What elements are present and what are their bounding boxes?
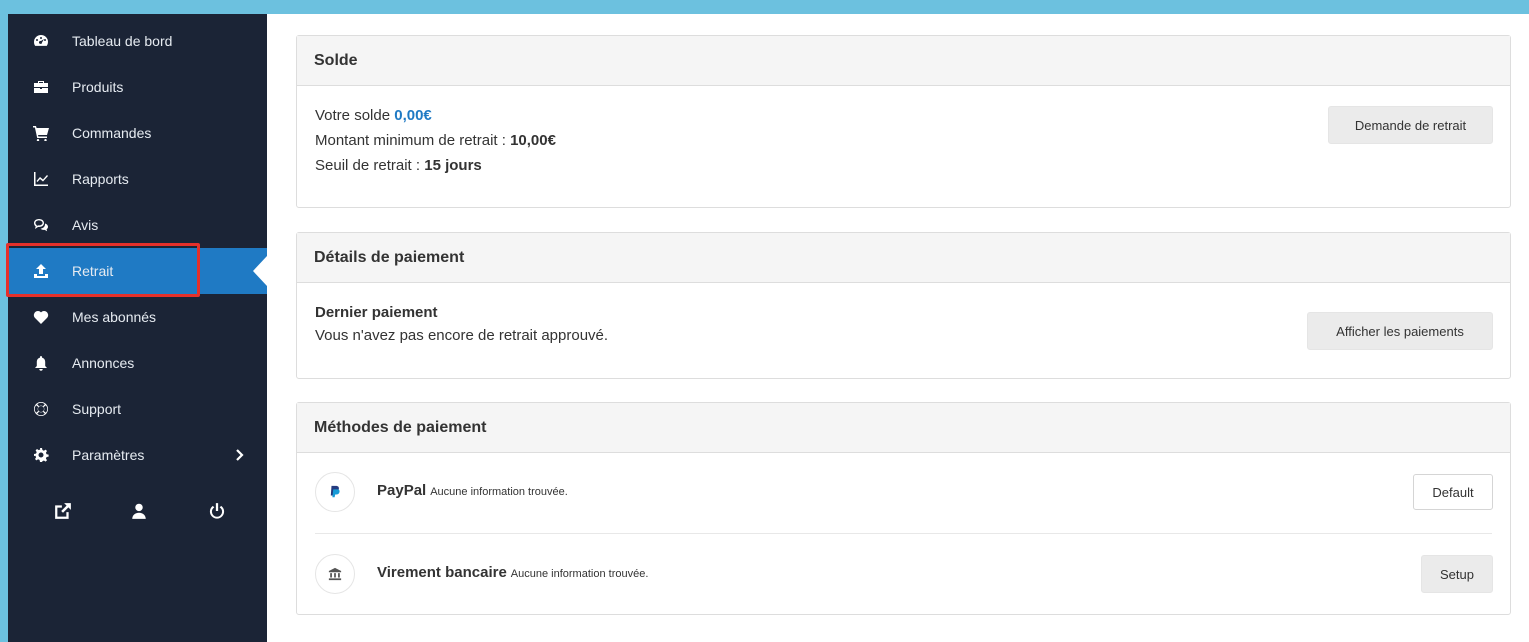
sidebar-item-label: Tableau de bord xyxy=(72,33,173,49)
sidebar-item-announcements[interactable]: Annonces xyxy=(8,340,267,386)
payment-methods-panel: Méthodes de paiement PayPal Aucune inform… xyxy=(296,402,1511,615)
sidebar-item-label: Annonces xyxy=(72,355,135,371)
sidebar-item-support[interactable]: Support xyxy=(8,386,267,432)
setup-button[interactable]: Setup xyxy=(1421,555,1493,593)
bank-icon xyxy=(315,554,355,594)
min-withdraw-label: Montant minimum de retrait : xyxy=(315,132,506,149)
briefcase-icon xyxy=(32,78,50,96)
payment-method-status: Aucune information trouvée. xyxy=(430,486,568,498)
sidebar-item-label: Rapports xyxy=(72,171,129,187)
sidebar-item-products[interactable]: Produits xyxy=(8,64,267,110)
active-indicator xyxy=(253,256,267,286)
panel-title: Solde xyxy=(297,36,1510,86)
payment-method-status: Aucune information trouvée. xyxy=(510,568,649,580)
panel-title: Méthodes de paiement xyxy=(297,403,1510,453)
chart-icon xyxy=(32,170,50,188)
min-withdraw-value: 10,00€ xyxy=(510,132,556,149)
payment-method-row-bank: Virement bancaire Aucune information trou… xyxy=(297,535,1510,613)
payment-method-name: PayPal Aucune information trouvée. xyxy=(377,482,568,499)
bank-transfer-label: Virement bancaire xyxy=(377,564,507,581)
threshold-value: 15 jours xyxy=(424,157,482,174)
sidebar-item-label: Avis xyxy=(72,217,99,233)
sidebar-item-label: Mes abonnés xyxy=(72,309,157,325)
balance-value: 0,00€ xyxy=(394,107,432,124)
paypal-icon xyxy=(315,472,355,512)
threshold-line: Seuil de retrait : 15 jours xyxy=(315,153,1510,178)
payment-method-name: Virement bancaire Aucune information trou… xyxy=(377,564,648,581)
sidebar-item-label: Produits xyxy=(72,79,124,95)
user-icon[interactable] xyxy=(130,502,150,522)
bell-icon xyxy=(32,354,50,372)
sidebar: Tableau de bord Produits Commandes Rappo… xyxy=(8,14,267,642)
payment-details-body: Dernier paiement Vous n'avez pas encore … xyxy=(297,283,1510,378)
paypal-label: PayPal xyxy=(377,482,427,499)
payment-method-row-paypal: PayPal Aucune information trouvée. Defaul… xyxy=(297,453,1510,531)
method-divider xyxy=(315,533,1492,534)
dashboard-icon xyxy=(32,32,50,50)
sidebar-item-label: Commandes xyxy=(72,125,152,141)
power-icon[interactable] xyxy=(208,502,228,522)
balance-body: Votre solde 0,00€ Montant minimum de ret… xyxy=(297,86,1510,207)
gear-icon xyxy=(32,446,50,464)
threshold-label: Seuil de retrait : xyxy=(315,157,421,174)
sidebar-footer xyxy=(8,494,267,534)
highlight-annotation xyxy=(6,243,200,297)
balance-label: Votre solde xyxy=(315,107,391,124)
default-button[interactable]: Default xyxy=(1413,474,1493,510)
view-payments-button[interactable]: Afficher les paiements xyxy=(1307,312,1493,350)
heart-icon xyxy=(32,308,50,326)
external-link-icon[interactable] xyxy=(54,502,74,522)
sidebar-item-reviews[interactable]: Avis xyxy=(8,202,267,248)
withdraw-request-button[interactable]: Demande de retrait xyxy=(1328,106,1493,144)
sidebar-item-reports[interactable]: Rapports xyxy=(8,156,267,202)
payment-details-panel: Détails de paiement Dernier paiement Vou… xyxy=(296,232,1511,379)
sidebar-item-orders[interactable]: Commandes xyxy=(8,110,267,156)
chevron-right-icon xyxy=(233,448,247,462)
comments-icon xyxy=(32,216,50,234)
payment-methods-body: PayPal Aucune information trouvée. Defaul… xyxy=(297,453,1510,614)
sidebar-item-settings[interactable]: Paramètres xyxy=(8,432,267,478)
sidebar-item-label: Support xyxy=(72,401,122,417)
sidebar-item-followers[interactable]: Mes abonnés xyxy=(8,294,267,340)
cart-icon xyxy=(32,124,50,142)
panel-title: Détails de paiement xyxy=(297,233,1510,283)
sidebar-item-label: Paramètres xyxy=(72,447,145,463)
sidebar-item-dashboard[interactable]: Tableau de bord xyxy=(8,18,267,64)
lifebuoy-icon xyxy=(32,400,50,418)
balance-panel: Solde Votre solde 0,00€ Montant minimum … xyxy=(296,35,1511,208)
